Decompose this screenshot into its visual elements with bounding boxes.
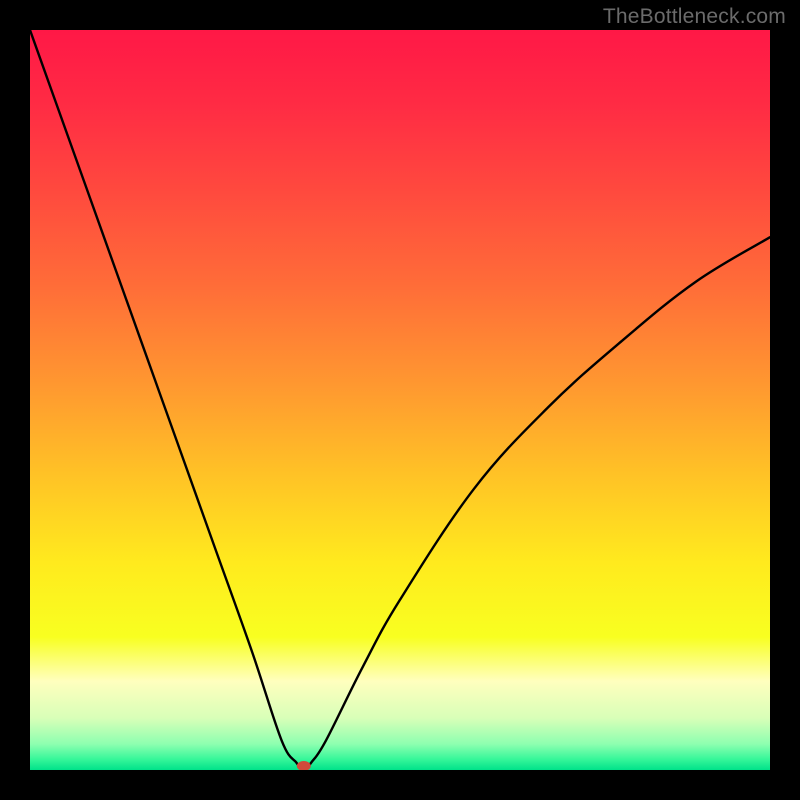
chart-frame: TheBottleneck.com xyxy=(0,0,800,800)
watermark-text: TheBottleneck.com xyxy=(603,5,786,29)
plot-area xyxy=(30,30,770,770)
bottleneck-curve xyxy=(30,30,770,770)
optimal-point-marker xyxy=(297,761,311,770)
curve-layer xyxy=(30,30,770,770)
